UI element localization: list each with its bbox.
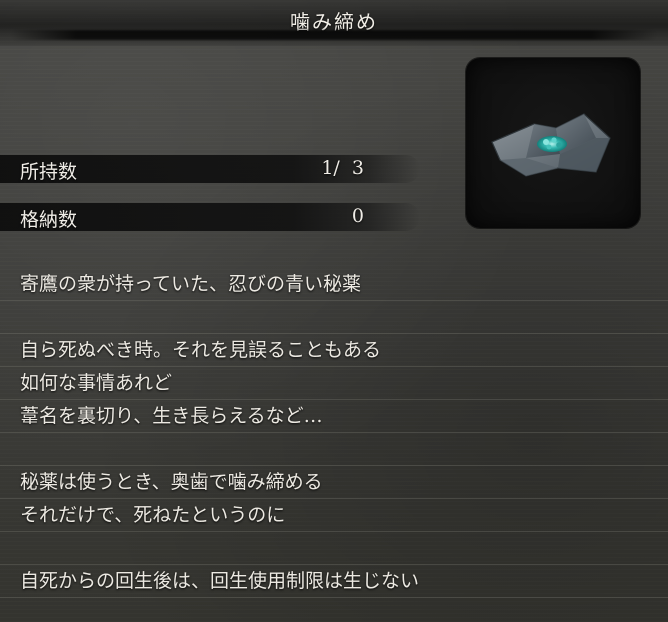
stat-stored-value: 0 bbox=[351, 205, 364, 227]
stat-held: 所持数 1/ 3 bbox=[0, 152, 420, 186]
folded-paper-packet-icon bbox=[491, 113, 611, 177]
description-line: 葦名を裏切り、生き長らえるなど… bbox=[0, 400, 668, 433]
description-line: 自ら死ぬべき時。それを見誤ることもある bbox=[0, 334, 668, 367]
item-image-frame bbox=[466, 58, 640, 228]
stat-stored: 格納数 0 bbox=[0, 200, 420, 234]
title-bar: 噛み締め bbox=[0, 0, 668, 46]
item-detail-panel: 噛み締め 所持数 1/ 3 格納数 0 寄鷹の衆が持っていた、忍びの青い秘薬 自… bbox=[0, 0, 668, 622]
description-spacer bbox=[0, 433, 668, 466]
stat-held-label: 所持数 bbox=[20, 161, 78, 183]
description-line: 秘薬は使うとき、奥歯で噛み締める bbox=[0, 466, 668, 499]
stat-stored-label: 格納数 bbox=[20, 209, 78, 231]
item-description: 寄鷹の衆が持っていた、忍びの青い秘薬 自ら死ぬべき時。それを見誤ることもある 如… bbox=[0, 268, 668, 598]
item-title: 噛み締め bbox=[290, 10, 378, 34]
description-line: 寄鷹の衆が持っていた、忍びの青い秘薬 bbox=[0, 268, 668, 301]
description-line: それだけで、死ねたというのに bbox=[0, 499, 668, 532]
description-spacer bbox=[0, 301, 668, 334]
description-spacer bbox=[0, 532, 668, 565]
description-line: 自死からの回生後は、回生使用制限は生じない bbox=[0, 565, 668, 598]
description-line: 如何な事情あれど bbox=[0, 367, 668, 400]
stat-held-value: 1/ 3 bbox=[321, 157, 364, 179]
